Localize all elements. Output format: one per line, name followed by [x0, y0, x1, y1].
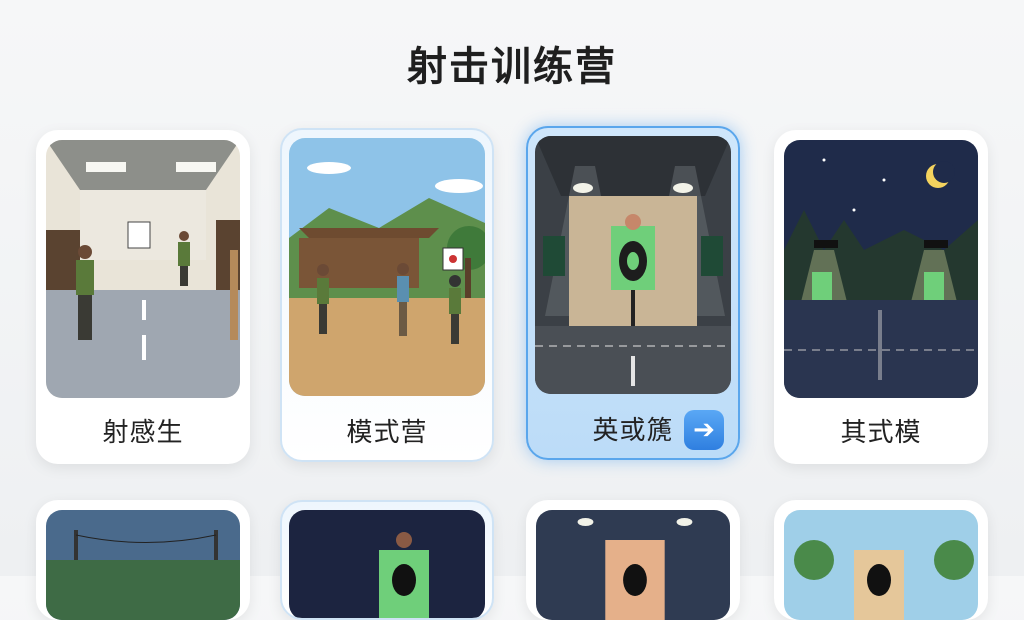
card-8-image [784, 510, 978, 620]
card-4-image [784, 140, 978, 398]
card-6-image [289, 510, 485, 618]
arrow-right-icon[interactable]: ➔ [684, 410, 724, 450]
card-4-label: 其式模 [840, 418, 922, 448]
course-card-5[interactable] [36, 500, 250, 620]
card-1-label: 射感生 [102, 418, 184, 448]
course-card-8[interactable] [774, 500, 988, 620]
course-card-2[interactable]: 模式营 [280, 128, 494, 462]
card-7-image [536, 510, 730, 620]
card-5-image [46, 510, 240, 620]
page-title: 射击训练营 [407, 44, 617, 90]
course-card-7[interactable] [526, 500, 740, 620]
card-2-label: 模式营 [346, 418, 428, 448]
course-card-3[interactable]: 英或篪 ➔ [526, 126, 740, 460]
card-1-image [46, 140, 240, 398]
course-card-4[interactable]: 其式模 [774, 130, 988, 464]
card-2-image [289, 138, 485, 396]
course-card-1[interactable]: 射感生 [36, 130, 250, 464]
card-3-image [535, 136, 731, 394]
course-card-6[interactable] [280, 500, 494, 620]
